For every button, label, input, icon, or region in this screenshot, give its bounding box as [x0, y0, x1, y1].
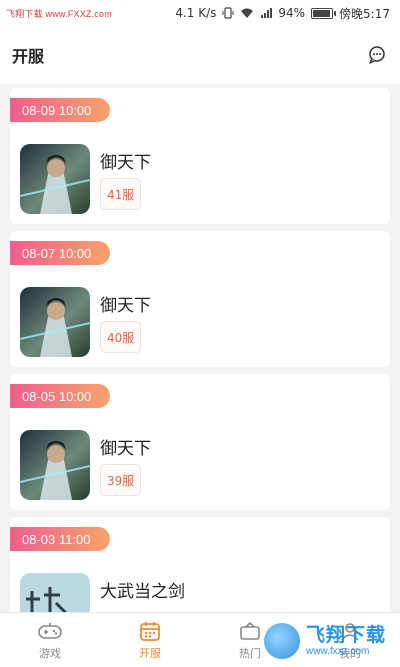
- open-time-badge: 08-03 11:00: [10, 527, 110, 551]
- game-icon: [20, 430, 90, 500]
- watermark-circle-icon: [262, 621, 302, 661]
- open-time-badge: 08-09 10:00: [10, 98, 110, 122]
- server-card[interactable]: 08-03 11:00 大武当之剑: [10, 517, 390, 612]
- app-header: 开服: [0, 26, 400, 84]
- status-indicators: 4.1 K/s 94% 傍晚5:17: [175, 5, 390, 22]
- watermark-text: 飞翔下载 www.fxxz.com: [306, 623, 387, 657]
- tab-label: 游戏: [39, 646, 61, 660]
- wifi-icon: [240, 7, 254, 19]
- signal-icon: [260, 7, 273, 19]
- net-speed: 4.1 K/s: [175, 6, 217, 20]
- vibrate-icon: [222, 7, 234, 19]
- game-icon: [20, 573, 90, 612]
- open-time-badge: 08-07 10:00: [10, 241, 110, 265]
- server-number-tag: 41服: [100, 178, 142, 210]
- message-button[interactable]: [366, 44, 388, 66]
- gamepad-icon: [38, 620, 62, 642]
- game-name: 御天下: [100, 153, 151, 173]
- game-icon: [20, 144, 90, 214]
- status-bar: 飞翔下载 www.FXXZ.com 4.1 K/s 94% 傍晚5:17: [0, 0, 400, 26]
- game-icon: [20, 287, 90, 357]
- game-name: 御天下: [100, 296, 151, 316]
- tab-label: 开服: [139, 646, 161, 660]
- clock: 傍晚5:17: [339, 6, 390, 21]
- tab-open-server[interactable]: 开服: [100, 613, 200, 667]
- page-title: 开服: [12, 47, 45, 66]
- open-time-badge: 08-05 10:00: [10, 384, 110, 408]
- calendar-icon: [138, 620, 162, 642]
- game-name: 御天下: [100, 439, 151, 459]
- game-name: 大武当之剑: [100, 582, 185, 602]
- chat-bubble-icon: [369, 46, 385, 64]
- server-list: 08-09 10:00 御天下 41服 08-07 10:00 御天下 40服 …: [0, 88, 400, 612]
- watermark-cn: 飞翔下载: [306, 623, 387, 646]
- tab-games[interactable]: 游戏: [0, 613, 100, 667]
- server-card[interactable]: 08-07 10:00 御天下 40服: [10, 231, 390, 367]
- watermark-logo: 飞翔下载 www.fxxz.com: [262, 618, 398, 664]
- watermark-en: www.fxxz.com: [306, 645, 370, 657]
- hot-icon: [238, 620, 262, 642]
- server-card[interactable]: 08-05 10:00 御天下 39服: [10, 374, 390, 510]
- server-number-tag: 40服: [100, 321, 142, 353]
- battery-percent: 94%: [278, 6, 306, 20]
- server-number-tag: 39服: [100, 464, 142, 496]
- battery-icon: [311, 7, 337, 19]
- top-watermark: 飞翔下载 www.FXXZ.com: [6, 8, 112, 19]
- tab-label: 热门: [239, 646, 261, 660]
- server-card[interactable]: 08-09 10:00 御天下 41服: [10, 88, 390, 224]
